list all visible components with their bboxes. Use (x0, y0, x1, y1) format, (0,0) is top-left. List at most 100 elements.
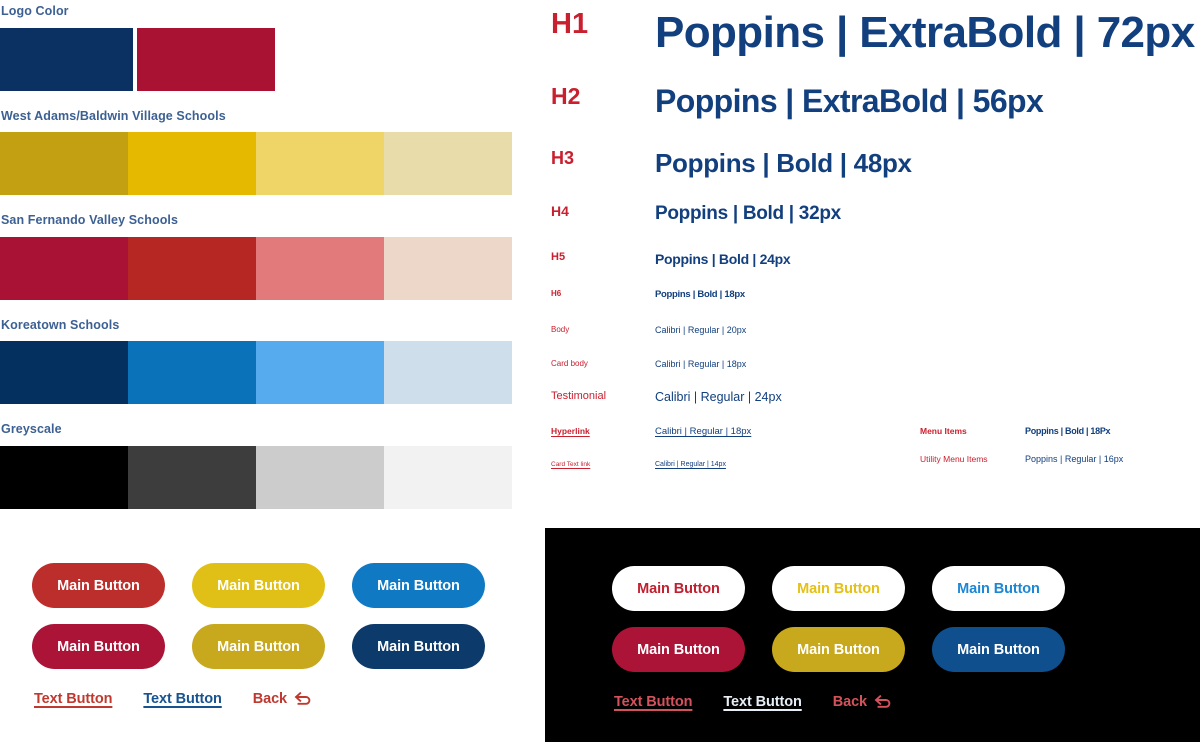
back-arrow-icon (874, 695, 891, 708)
text-button-row: Text Button Text Button Back (34, 691, 485, 707)
typography-tag-utility-menu-items: Utility Menu Items (920, 454, 988, 464)
palette-group-gap (0, 195, 520, 214)
swatch-red-pale (384, 236, 512, 300)
palette-label-spacer (0, 436, 520, 446)
back-button[interactable]: Back (253, 691, 312, 707)
swatch-row (0, 445, 512, 509)
palette-group-label: Logo Color (1, 4, 69, 18)
typography-tag-card-text-link: Card Text link (551, 461, 591, 468)
palette-group-4: Koreatown Schools (0, 317, 520, 424)
palette-group-gap (0, 91, 520, 110)
typography-sample-utility-menu-items: Poppins | Regular | 16px (1025, 454, 1124, 464)
back-button-dark-label: Back (832, 694, 868, 710)
typography-sample-h1: Poppins | ExtraBold | 72px (655, 8, 1195, 57)
palette-group-gap (0, 300, 520, 319)
main-button-blue-dark[interactable]: Main Button (932, 627, 1065, 672)
palette-group-2: West Adams/Baldwin Village Schools (0, 108, 520, 215)
palette-label-spacer (0, 122, 520, 132)
typography-tag-h1: H1 (551, 8, 589, 40)
text-button-white-dark[interactable]: Text Button (723, 694, 801, 710)
swatch-blue-navy (0, 341, 128, 404)
swatch-grey-black (0, 445, 128, 509)
button-row-dark-2: Main Button Main Button Main Button (612, 627, 1065, 672)
palette-group-gap (0, 509, 520, 528)
typography-tag-menu-items: Menu Items (920, 426, 967, 436)
style-guide-page: Logo Color West Adams/Baldwin Village Sch… (0, 0, 1200, 742)
swatch-grey-dark (128, 445, 256, 509)
color-palette-section: Logo Color West Adams/Baldwin Village Sch… (0, 0, 520, 528)
palette-group-gap (0, 404, 520, 423)
main-button-gold-dark-dark[interactable]: Main Button (772, 627, 905, 672)
swatch-red-light (256, 236, 384, 300)
swatch-blue-light (256, 341, 384, 404)
typography-sample-testimonial: Calibri | Regular | 24px (655, 390, 782, 404)
main-button-blue-medium[interactable]: Main Button (352, 563, 485, 608)
buttons-light-section: Main Button Main Button Main Button Main Bu… (0, 545, 520, 742)
main-button-white-blue-text[interactable]: Main Button (932, 566, 1065, 611)
swatch-gold-dark (0, 132, 128, 195)
swatch-grey-light (256, 445, 384, 509)
typography-sample-h3: Poppins | Bold | 48px (655, 148, 912, 178)
swatch-red-deep (0, 236, 128, 300)
typography-sample-card-text-link: Calibri | Regular | 14px (655, 461, 726, 468)
back-arrow-icon (294, 692, 311, 705)
palette-label-spacer (0, 331, 520, 341)
palette-label-spacer (0, 18, 520, 28)
main-button-gold-bright[interactable]: Main Button (192, 563, 325, 608)
swatch-gold-light (256, 132, 384, 195)
swatch-blue-pale (384, 341, 512, 404)
main-button-crimson[interactable]: Main Button (32, 624, 165, 669)
swatch-gold-bright (128, 132, 256, 195)
typography-sample-h4: Poppins | Bold | 32px (655, 203, 841, 224)
text-button-row-dark: Text Button Text Button Back (614, 694, 1065, 710)
swatch-red-brick (128, 236, 256, 300)
typography-tag-h5: H5 (551, 251, 566, 263)
typography-section: H1 Poppins | ExtraBold | 72px H2 Poppins | … (540, 0, 1200, 500)
main-button-navy[interactable]: Main Button (352, 624, 485, 669)
typography-tag-body: Body (551, 325, 570, 334)
typography-tag-h6: H6 (551, 289, 562, 298)
text-button-red[interactable]: Text Button (34, 691, 112, 707)
palette-label-spacer (0, 227, 520, 237)
swatch-trailing-white (275, 27, 512, 91)
back-button-dark[interactable]: Back (833, 694, 892, 710)
main-button-white-red-text[interactable]: Main Button (612, 566, 745, 611)
typography-sample-h2: Poppins | ExtraBold | 56px (655, 83, 1044, 119)
typography-sample-h5: Poppins | Bold | 24px (655, 251, 791, 267)
swatch-row (0, 132, 512, 195)
swatch-row (0, 27, 512, 91)
palette-group-label: Greyscale (1, 422, 62, 436)
button-row-dark-1: Main Button Main Button Main Button (612, 566, 1065, 611)
typography-tag-card-body: Card body (551, 359, 588, 368)
typography-tag-h4: H4 (551, 203, 569, 219)
palette-group-1: Logo Color (0, 5, 520, 110)
swatch-row (0, 236, 512, 300)
buttons-dark-section: Main Button Main Button Main Button Main Bu… (545, 528, 1200, 742)
back-button-label: Back (252, 691, 288, 707)
button-row-2: Main Button Main Button Main Button (32, 624, 485, 669)
typography-tag-hyperlink: Hyperlink (551, 426, 590, 436)
swatch-logo-crimson (137, 27, 275, 91)
swatch-grey-near-white (384, 445, 512, 509)
typography-sample-menu-items: Poppins | Bold | 18Px (1025, 426, 1111, 436)
main-button-crimson-dark[interactable]: Main Button (612, 627, 745, 672)
palette-group-3: San Fernando Valley Schools (0, 214, 520, 319)
typography-tag-testimonial: Testimonial (551, 390, 607, 402)
main-button-white-gold-text[interactable]: Main Button (772, 566, 905, 611)
main-button-red-brick[interactable]: Main Button (32, 563, 165, 608)
typography-sample-body: Calibri | Regular | 20px (655, 325, 747, 335)
typography-tag-h3: H3 (551, 148, 575, 168)
button-row-1: Main Button Main Button Main Button (32, 563, 485, 608)
typography-sample-h6: Poppins | Bold | 18px (655, 289, 745, 300)
palette-group-label: San Fernando Valley Schools (1, 213, 179, 227)
text-button-blue[interactable]: Text Button (143, 691, 221, 707)
typography-tag-h2: H2 (551, 83, 581, 109)
typography-sample-hyperlink: Calibri | Regular | 18px (655, 426, 752, 437)
main-button-gold-dark[interactable]: Main Button (192, 624, 325, 669)
swatch-row (0, 341, 512, 404)
palette-group-label: West Adams/Baldwin Village Schools (1, 108, 226, 123)
swatch-gold-pale (384, 132, 512, 195)
palette-group-label: Koreatown Schools (1, 317, 120, 332)
text-button-red-dark[interactable]: Text Button (614, 694, 692, 710)
typography-sample-card-body: Calibri | Regular | 18px (655, 359, 747, 369)
